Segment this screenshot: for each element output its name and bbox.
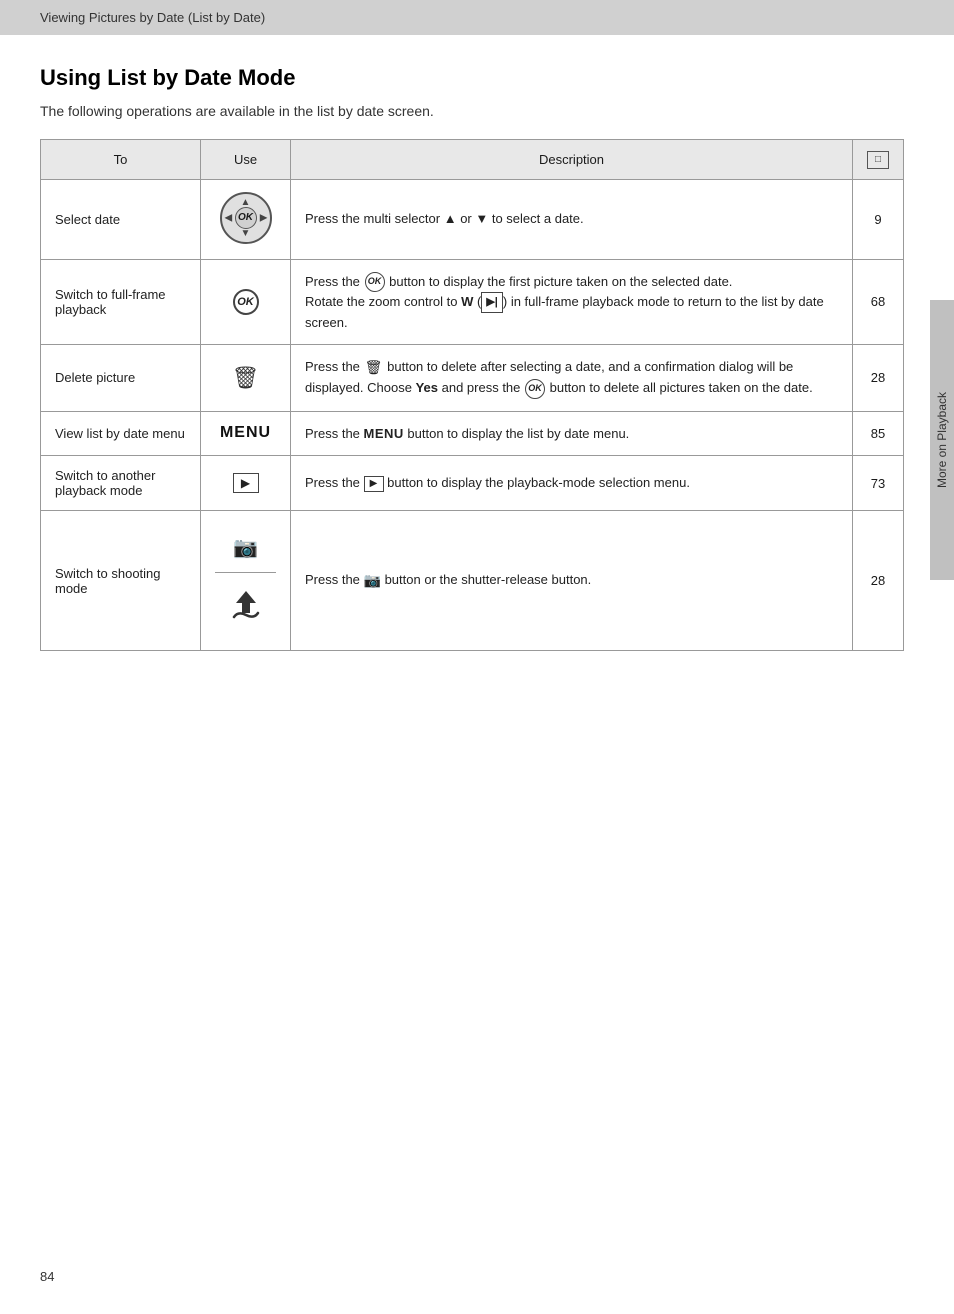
use-cell-delete: 🗑 [201,345,291,411]
col-header-ref: □ [853,140,904,180]
col-header-to: To [41,140,201,180]
ref-cell-shooting: 28 [853,511,904,651]
menu-inline-icon: MENU [364,426,404,441]
table-row: Switch to shooting mode 📷 [41,511,904,651]
split-use-inner: 📷 [215,523,276,638]
table-row: Switch to another playback mode ▶ Press … [41,456,904,511]
shutter-release-icon [226,585,266,623]
table-row: Switch to full-frame playback OK Press t… [41,259,904,345]
playback-inline-icon: ▶ [364,476,384,492]
side-tab: More on Playback [930,300,954,580]
table-row: Select date ▲ ▼ ◀ ▶ OK Press the multi s… [41,179,904,259]
circle-ok-inline-icon: OK [365,272,385,292]
desc-cell-fullframe: Press the OK button to display the first… [291,259,853,345]
side-tab-label: More on Playback [935,392,949,488]
use-cell-select-date: ▲ ▼ ◀ ▶ OK [201,179,291,259]
camera-inline-icon: 📷 [364,572,381,588]
shutter-icon-cell [215,573,276,638]
to-cell-playback: Switch to another playback mode [41,456,201,511]
subtitle: The following operations are available i… [40,103,904,119]
to-cell-viewlist: View list by date menu [41,411,201,456]
desc-cell-shooting: Press the 📷 button or the shutter-releas… [291,511,853,651]
to-cell-select-date: Select date [41,179,201,259]
top-header: Viewing Pictures by Date (List by Date) [0,0,954,35]
bold-w: W [461,294,473,309]
zoom-box-icon: ▶| [481,292,503,313]
camera-icon-cell: 📷 [215,523,276,573]
desc-cell-delete: Press the 🗑 button to delete after selec… [291,345,853,411]
ref-cell-delete: 28 [853,345,904,411]
col-header-use: Use [201,140,291,180]
col-header-desc: Description [291,140,853,180]
table-row: View list by date menu MENU Press the ME… [41,411,904,456]
desc-cell-playback: Press the ▶ button to display the playba… [291,456,853,511]
ref-cell-fullframe: 68 [853,259,904,345]
arrow-down-icon: ▼ [241,228,251,239]
trash-icon: 🗑 [232,365,260,390]
to-cell-fullframe: Switch to full-frame playback [41,259,201,345]
table-header-row: To Use Description □ [41,140,904,180]
arrow-right-icon: ▶ [260,212,268,223]
ref-cell-select-date: 9 [853,179,904,259]
ref-cell-playback: 73 [853,456,904,511]
menu-button-icon: MENU [220,424,271,441]
page-title: Using List by Date Mode [40,65,904,91]
circle-ok-icon: OK [233,289,259,315]
to-cell-shooting: Switch to shooting mode [41,511,201,651]
circle-ok-inline-icon2: OK [525,379,545,399]
to-cell-delete: Delete picture [41,345,201,411]
use-cell-fullframe: OK [201,259,291,345]
desc-cell-select-date: Press the multi selector ▲ or ▼ to selec… [291,179,853,259]
camera-icon: 📷 [233,537,258,559]
use-cell-viewlist: MENU [201,411,291,456]
arrow-left-icon: ◀ [225,212,233,223]
ok-center-button: OK [235,207,257,229]
use-cell-shooting: 📷 [201,511,291,651]
data-table: To Use Description □ S [40,139,904,651]
header-title: Viewing Pictures by Date (List by Date) [40,10,265,25]
trash-inline-icon: 🗑 [364,358,384,378]
main-content: Using List by Date Mode The following op… [0,35,954,681]
multi-selector-icon: ▲ ▼ ◀ ▶ OK [220,192,272,244]
yes-bold: Yes [416,380,438,395]
playback-button-icon: ▶ [233,473,259,493]
table-row: Delete picture 🗑 Press the 🗑 button to d… [41,345,904,411]
use-cell-playback: ▶ [201,456,291,511]
page-number: 84 [40,1269,54,1284]
book-icon: □ [867,151,889,169]
ref-cell-viewlist: 85 [853,411,904,456]
page: Viewing Pictures by Date (List by Date) … [0,0,954,1314]
desc-cell-viewlist: Press the MENU button to display the lis… [291,411,853,456]
